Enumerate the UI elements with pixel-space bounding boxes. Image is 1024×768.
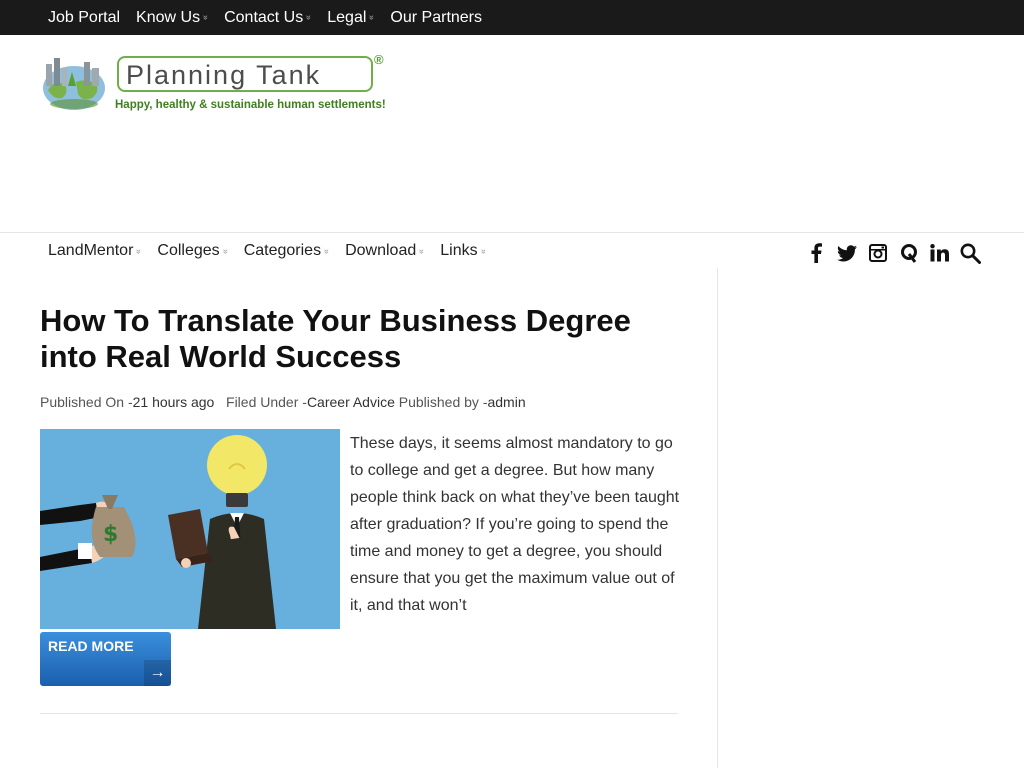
search-icon[interactable]: [955, 240, 986, 266]
sidebar-divider: [717, 268, 718, 768]
category-link[interactable]: Career Advice: [307, 394, 395, 410]
svg-text:$: $: [103, 522, 118, 547]
arrow-right-icon: →: [144, 660, 171, 686]
main-nav-label: Links: [440, 242, 478, 259]
top-nav-legal[interactable]: Legal»: [327, 8, 378, 27]
social-icons: [800, 240, 986, 266]
chevron-down-icon: »: [478, 248, 489, 254]
top-nav-label: Our Partners: [390, 8, 483, 26]
article-title[interactable]: How To Translate Your Business Degree in…: [40, 303, 690, 375]
main-nav-label: Categories: [243, 242, 322, 259]
chevron-down-icon: »: [322, 248, 333, 254]
top-nav-label: Know Us: [136, 8, 201, 26]
logo-tagline: Happy, healthy & sustainable human settl…: [115, 99, 386, 111]
top-nav-label: Contact Us: [224, 8, 304, 26]
chevron-down-icon: »: [220, 248, 231, 254]
top-nav-know-us[interactable]: Know Us»: [136, 8, 212, 27]
article-thumbnail[interactable]: $: [40, 429, 340, 629]
logo-title: Planning Tank: [126, 60, 322, 90]
read-more-button[interactable]: READ MORE →: [40, 632, 171, 686]
chevron-down-icon: »: [134, 248, 145, 254]
top-nav-our-partners[interactable]: Our Partners: [390, 9, 482, 27]
main-nav-label: Colleges: [157, 242, 220, 259]
top-nav-contact-us[interactable]: Contact Us»: [224, 8, 315, 27]
article-excerpt: These days, it seems almost mandatory to…: [350, 435, 680, 614]
author-label: Published by -: [398, 394, 488, 410]
main-nav: LandMentor» Colleges» Categories» Downlo…: [48, 234, 502, 268]
chevron-down-icon: »: [367, 14, 378, 21]
main-nav-landmentor[interactable]: LandMentor»: [48, 242, 145, 260]
top-nav-job-portal[interactable]: Job Portal: [48, 9, 120, 27]
article-separator: [40, 713, 678, 714]
main-nav-categories[interactable]: Categories»: [243, 242, 333, 260]
chevron-down-icon: »: [417, 248, 428, 254]
site-logo[interactable]: Planning Tank ® Happy, healthy & sustain…: [40, 52, 400, 118]
main-nav-links[interactable]: Links»: [440, 242, 489, 260]
main-nav-download[interactable]: Download»: [345, 242, 428, 260]
published-date: 21 hours ago: [132, 394, 215, 410]
facebook-icon[interactable]: [800, 240, 831, 266]
top-bar: Job Portal Know Us» Contact Us» Legal» O…: [0, 0, 1024, 35]
top-nav-label: Job Portal: [48, 8, 121, 26]
registered-mark: ®: [374, 52, 384, 67]
published-label: Published On -: [40, 394, 133, 410]
logo-title-box: Planning Tank: [117, 56, 373, 92]
main-nav-label: Download: [345, 242, 417, 259]
main-nav-colleges[interactable]: Colleges»: [157, 242, 231, 260]
top-nav: Job Portal Know Us» Contact Us» Legal» O…: [48, 0, 498, 35]
linkedin-icon[interactable]: [924, 240, 955, 266]
main-nav-label: LandMentor: [48, 242, 134, 259]
author-link[interactable]: admin: [487, 394, 525, 410]
globe-city-logo-icon: [43, 58, 105, 110]
chevron-down-icon: »: [304, 14, 315, 21]
top-nav-label: Legal: [327, 8, 367, 26]
businessman-lightbulb-illustration: $: [40, 429, 340, 629]
filed-under-label: Filed Under -: [226, 394, 307, 410]
article-meta: Published On -21 hours ago Filed Under -…: [40, 394, 526, 410]
main-nav-divider: [0, 232, 1024, 233]
read-more-label: READ MORE: [48, 638, 134, 654]
chevron-down-icon: »: [201, 14, 212, 21]
quora-icon[interactable]: [893, 240, 924, 266]
twitter-icon[interactable]: [831, 240, 862, 266]
instagram-icon[interactable]: [862, 240, 893, 266]
